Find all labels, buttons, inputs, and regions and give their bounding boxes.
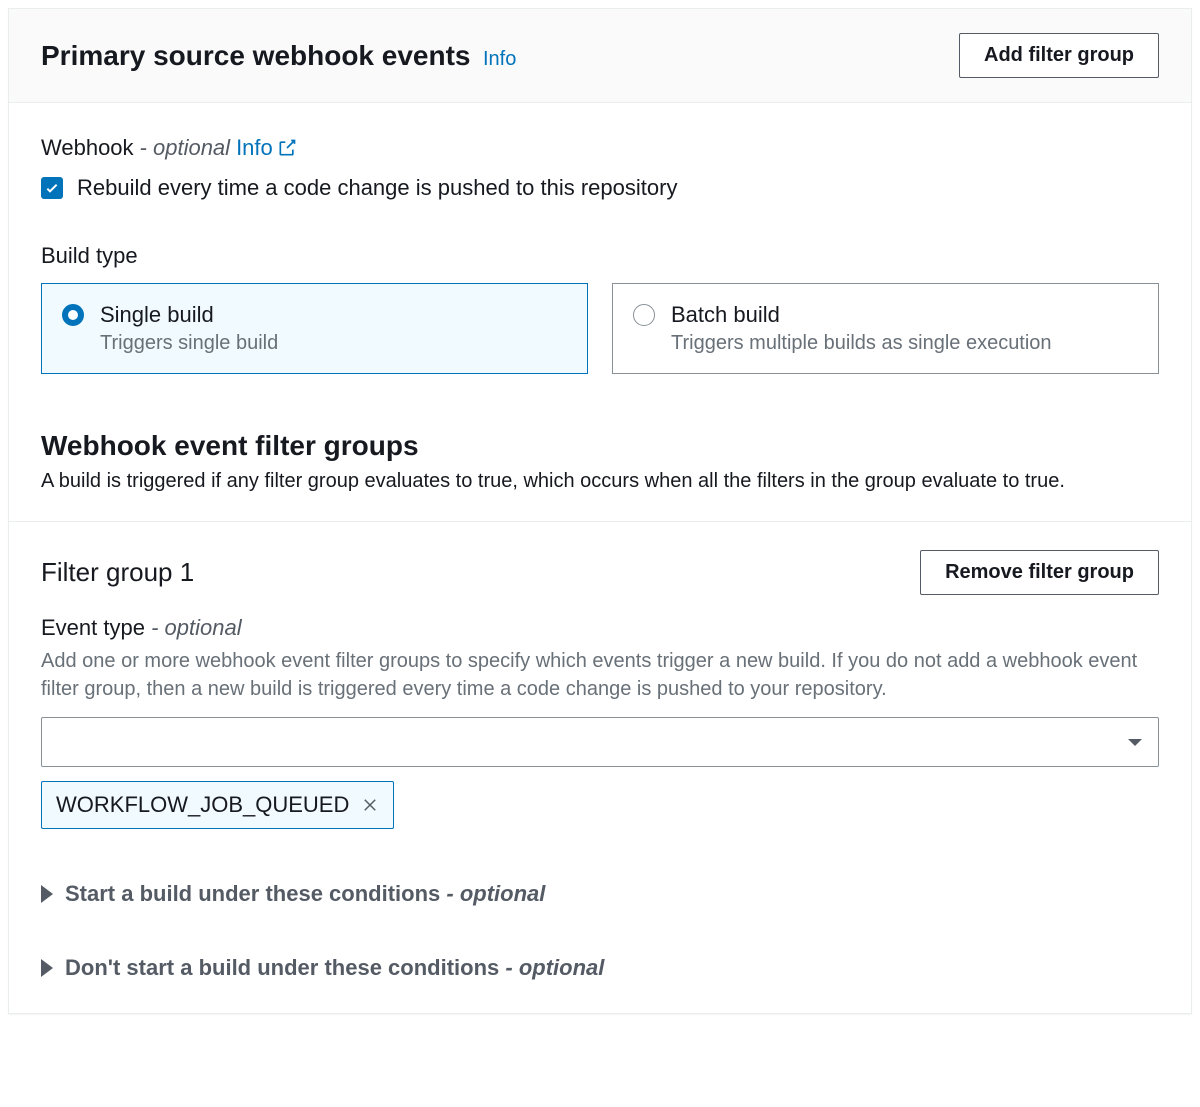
single-build-desc: Triggers single build bbox=[100, 332, 278, 355]
close-icon bbox=[361, 796, 379, 814]
panel-header: Primary source webhook events Info Add f… bbox=[9, 9, 1191, 103]
webhook-optional: - optional bbox=[140, 135, 231, 161]
rebuild-checkbox-label: Rebuild every time a code change is push… bbox=[77, 175, 677, 201]
start-conditions-label: Start a build under these conditions - o… bbox=[65, 881, 545, 907]
divider bbox=[9, 521, 1191, 522]
caret-right-icon bbox=[41, 959, 53, 977]
single-build-title: Single build bbox=[100, 302, 278, 328]
radio-unselected-icon bbox=[633, 304, 655, 326]
event-type-desc: Add one or more webhook event filter gro… bbox=[41, 647, 1159, 703]
external-link-icon bbox=[277, 138, 297, 158]
event-type-token: WORKFLOW_JOB_QUEUED bbox=[41, 781, 394, 829]
add-filter-group-button[interactable]: Add filter group bbox=[959, 33, 1159, 78]
batch-build-desc: Triggers multiple builds as single execu… bbox=[671, 332, 1052, 355]
dont-start-conditions-label: Don't start a build under these conditio… bbox=[65, 955, 604, 981]
token-remove-button[interactable] bbox=[361, 796, 379, 814]
dont-start-conditions-expander[interactable]: Don't start a build under these conditio… bbox=[41, 955, 1159, 981]
webhook-label: Webhook - optional Info bbox=[41, 135, 1159, 161]
rebuild-checkbox-row: Rebuild every time a code change is push… bbox=[41, 175, 1159, 201]
webhook-info-link[interactable]: Info bbox=[236, 135, 297, 161]
check-icon bbox=[44, 180, 60, 196]
filter-groups-title: Webhook event filter groups bbox=[41, 430, 1159, 462]
filter-group-title: Filter group 1 bbox=[41, 557, 194, 588]
filter-groups-desc: A build is triggered if any filter group… bbox=[41, 470, 1159, 493]
webhook-events-panel: Primary source webhook events Info Add f… bbox=[8, 8, 1192, 1014]
rebuild-checkbox[interactable] bbox=[41, 177, 63, 199]
start-conditions-expander[interactable]: Start a build under these conditions - o… bbox=[41, 881, 1159, 907]
filter-group-header: Filter group 1 Remove filter group bbox=[41, 550, 1159, 595]
event-type-label-text: Event type bbox=[41, 615, 145, 640]
remove-filter-group-button[interactable]: Remove filter group bbox=[920, 550, 1159, 595]
build-type-radio-group: Single build Triggers single build Batch… bbox=[41, 283, 1159, 374]
panel-body: Webhook - optional Info Rebuild every ti… bbox=[9, 103, 1191, 1013]
page-title: Primary source webhook events bbox=[41, 40, 471, 71]
webhook-label-text: Webhook bbox=[41, 135, 134, 161]
caret-right-icon bbox=[41, 885, 53, 903]
event-type-select[interactable] bbox=[41, 717, 1159, 767]
build-type-label: Build type bbox=[41, 243, 1159, 269]
batch-build-title: Batch build bbox=[671, 302, 1052, 328]
header-info-link[interactable]: Info bbox=[483, 48, 516, 70]
build-type-single[interactable]: Single build Triggers single build bbox=[41, 283, 588, 374]
chevron-down-icon bbox=[1128, 739, 1142, 746]
event-type-label: Event type - optional bbox=[41, 615, 1159, 641]
event-type-tokens: WORKFLOW_JOB_QUEUED bbox=[41, 781, 1159, 829]
panel-title-wrap: Primary source webhook events Info bbox=[41, 40, 516, 72]
event-type-token-label: WORKFLOW_JOB_QUEUED bbox=[56, 792, 349, 818]
event-type-optional: - optional bbox=[151, 615, 242, 640]
radio-selected-icon bbox=[62, 304, 84, 326]
build-type-batch[interactable]: Batch build Triggers multiple builds as … bbox=[612, 283, 1159, 374]
webhook-info-text: Info bbox=[236, 135, 273, 161]
